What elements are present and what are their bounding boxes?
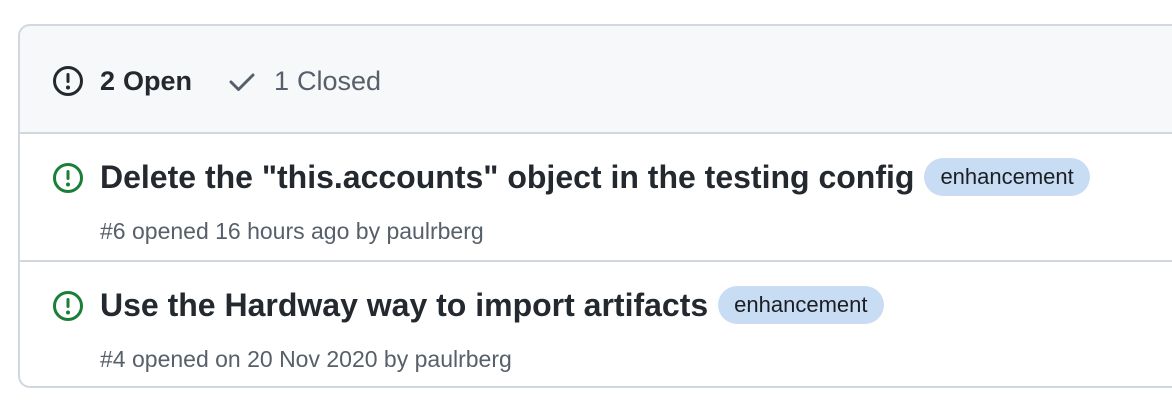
issue-number: #4 — [100, 346, 126, 372]
enhancement-label[interactable]: enhancement — [718, 286, 884, 324]
issue-title-link[interactable]: Delete the "this.accounts" object in the… — [100, 159, 914, 196]
closed-issues-label: Closed — [297, 65, 382, 96]
closed-issues-count: 1 — [274, 65, 290, 96]
issue-opened-icon — [53, 163, 83, 193]
open-issues-tab[interactable]: 2 Open — [52, 64, 192, 98]
open-issues-count: 2 — [100, 65, 116, 96]
issue-row: Use the Hardway way to import artifacts … — [20, 262, 1172, 386]
check-icon — [229, 73, 255, 91]
issue-number: #6 — [100, 218, 126, 244]
issue-title-line: Use the Hardway way to import artifacts … — [100, 286, 884, 324]
closed-issues-tab[interactable]: 1 Closed — [226, 64, 381, 98]
enhancement-label[interactable]: enhancement — [924, 158, 1090, 196]
issue-title-line: Delete the "this.accounts" object in the… — [100, 158, 1090, 196]
issues-list-box: 2 Open 1 Closed Delete the "this.account… — [18, 24, 1172, 388]
issue-opened-icon — [53, 291, 83, 321]
issue-author-link[interactable]: paulrberg — [415, 346, 512, 372]
open-issues-label: Open — [123, 65, 193, 96]
issue-opened-icon — [53, 66, 83, 96]
issue-title-link[interactable]: Use the Hardway way to import artifacts — [100, 287, 708, 324]
issue-row: Delete the "this.accounts" object in the… — [20, 134, 1172, 262]
issue-opened-text: opened 16 hours ago by — [131, 218, 381, 244]
issue-opened-text: opened on 20 Nov 2020 by — [131, 346, 409, 372]
issue-meta: #6 opened 16 hours ago by paulrberg — [100, 218, 484, 245]
issue-meta: #4 opened on 20 Nov 2020 by paulrberg — [100, 346, 512, 373]
issues-list-header: 2 Open 1 Closed — [20, 26, 1172, 134]
issue-author-link[interactable]: paulrberg — [386, 218, 483, 244]
